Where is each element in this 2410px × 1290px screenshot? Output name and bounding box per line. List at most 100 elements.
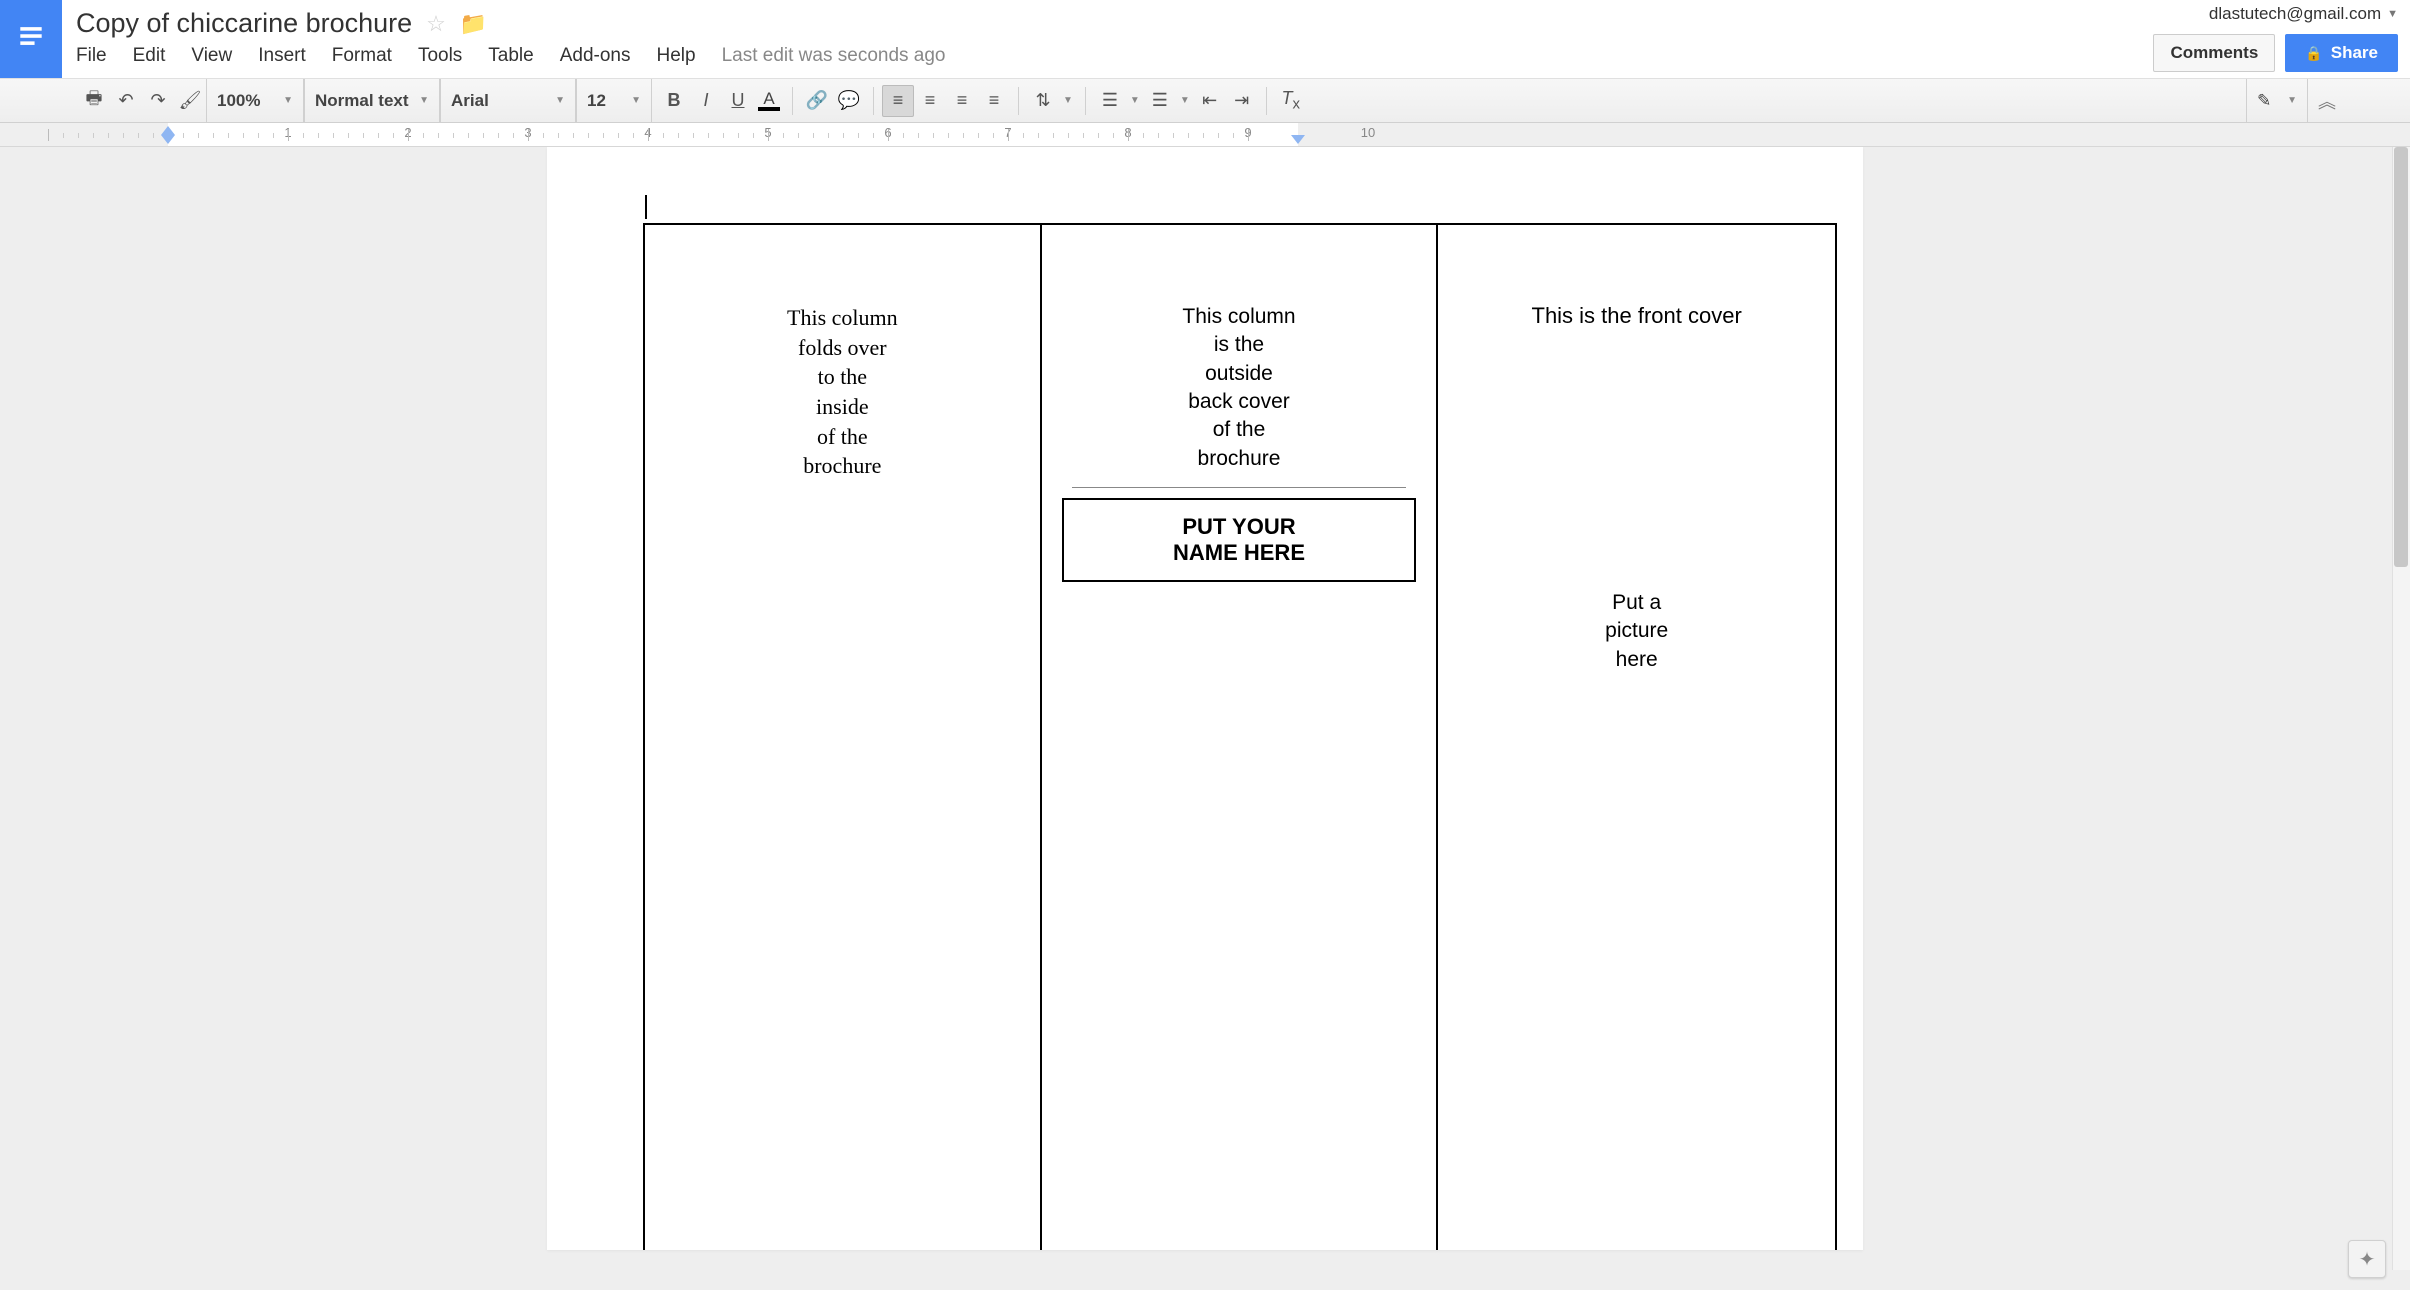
align-right-icon: ≡ bbox=[957, 90, 968, 111]
print-icon: 🖶 bbox=[86, 86, 103, 116]
col3-title[interactable]: This is the front cover bbox=[1468, 303, 1805, 329]
bold-button[interactable]: B bbox=[658, 85, 690, 117]
account-switcher[interactable]: dlastutech@gmail.com ▼ bbox=[2209, 4, 2398, 24]
numbered-list-menu[interactable]: ▼ bbox=[1126, 95, 1144, 106]
brochure-table: This columnfolds overto theinsideof theb… bbox=[643, 223, 1837, 1250]
clear-formatting-button[interactable]: Tx bbox=[1275, 85, 1307, 117]
separator bbox=[873, 87, 874, 115]
paint-format-button[interactable]: 🖌 bbox=[174, 85, 206, 117]
collapse-toolbar-button[interactable]: ︽ bbox=[2318, 88, 2336, 114]
caret-down-icon: ▼ bbox=[419, 95, 429, 106]
document-area[interactable]: This columnfolds overto theinsideof theb… bbox=[0, 147, 2410, 1290]
caret-down-icon: ▼ bbox=[283, 95, 293, 106]
align-left-button[interactable]: ≡ bbox=[882, 85, 914, 117]
document-title[interactable]: Copy of chiccarine brochure bbox=[76, 8, 412, 39]
col3-picture-placeholder[interactable]: Put apicturehere bbox=[1468, 589, 1805, 674]
last-edit-status[interactable]: Last edit was seconds ago bbox=[722, 45, 946, 67]
menu-tools[interactable]: Tools bbox=[418, 45, 462, 67]
zoom-combo[interactable]: 100% ▼ bbox=[206, 79, 304, 123]
brochure-col-1[interactable]: This columnfolds overto theinsideof theb… bbox=[645, 225, 1042, 1250]
align-right-button[interactable]: ≡ bbox=[946, 85, 978, 117]
decrease-indent-button[interactable]: ⇤ bbox=[1194, 85, 1226, 117]
separator bbox=[792, 87, 793, 115]
text-color-icon: A bbox=[763, 90, 774, 107]
comment-icon: 💬 bbox=[838, 90, 860, 111]
bulleted-list-icon: ☰ bbox=[1152, 90, 1168, 111]
first-line-indent-marker[interactable] bbox=[161, 126, 175, 135]
vertical-scrollbar[interactable] bbox=[2392, 147, 2410, 1270]
menu-file[interactable]: File bbox=[76, 45, 107, 67]
bulleted-list-button[interactable]: ☰ bbox=[1144, 85, 1176, 117]
align-center-button[interactable]: ≡ bbox=[914, 85, 946, 117]
header-bar: Copy of chiccarine brochure ☆ 📁 File Edi… bbox=[0, 0, 2410, 79]
font-family-combo[interactable]: Arial ▼ bbox=[440, 79, 576, 123]
docs-icon bbox=[16, 20, 46, 58]
text-color-button[interactable]: A bbox=[754, 87, 784, 115]
bulleted-list-menu[interactable]: ▼ bbox=[1176, 95, 1194, 106]
align-left-icon: ≡ bbox=[893, 90, 904, 111]
undo-icon: ↶ bbox=[118, 90, 133, 111]
name-placeholder-box[interactable]: PUT YOURNAME HERE bbox=[1062, 498, 1417, 582]
ruler-ticks: 12345678910 bbox=[0, 123, 2410, 146]
menu-format[interactable]: Format bbox=[332, 45, 392, 67]
insert-link-button[interactable]: 🔗 bbox=[801, 85, 833, 117]
ruler-number: 10 bbox=[1361, 125, 1375, 140]
print-button[interactable]: 🖶 bbox=[78, 85, 110, 117]
line-spacing-menu[interactable]: ▼ bbox=[1059, 95, 1077, 106]
right-indent-marker[interactable] bbox=[1291, 135, 1305, 144]
line-spacing-button[interactable]: ⇅ bbox=[1027, 85, 1059, 117]
underline-button[interactable]: U bbox=[722, 85, 754, 117]
paragraph-style-combo[interactable]: Normal text ▼ bbox=[304, 79, 440, 123]
zoom-value: 100% bbox=[217, 91, 260, 111]
font-size-combo[interactable]: 12 ▼ bbox=[576, 79, 652, 123]
menu-table[interactable]: Table bbox=[488, 45, 533, 67]
text-color-swatch bbox=[758, 107, 780, 111]
increase-indent-button[interactable]: ⇥ bbox=[1226, 85, 1258, 117]
page[interactable]: This columnfolds overto theinsideof theb… bbox=[547, 147, 1863, 1250]
bold-icon: B bbox=[668, 90, 681, 111]
align-justify-button[interactable]: ≡ bbox=[978, 85, 1010, 117]
share-button[interactable]: 🔒 Share bbox=[2285, 34, 2398, 72]
explore-button[interactable]: ✦ bbox=[2348, 1240, 2386, 1278]
menu-edit[interactable]: Edit bbox=[133, 45, 166, 67]
comments-button[interactable]: Comments bbox=[2153, 34, 2275, 72]
divider bbox=[1072, 487, 1407, 488]
menu-addons[interactable]: Add-ons bbox=[560, 45, 631, 67]
numbered-list-icon: ☰ bbox=[1102, 90, 1118, 111]
docs-logo[interactable] bbox=[0, 0, 62, 78]
editing-mode-combo[interactable]: ✎ ▼ bbox=[2246, 79, 2308, 123]
menu-bar: File Edit View Insert Format Tools Table… bbox=[76, 45, 2153, 67]
caret-down-icon: ▼ bbox=[2387, 8, 2398, 20]
redo-button[interactable]: ↷ bbox=[142, 85, 174, 117]
redo-icon: ↷ bbox=[150, 90, 165, 111]
text-cursor bbox=[645, 195, 647, 219]
left-indent-marker[interactable] bbox=[161, 135, 175, 144]
align-center-icon: ≡ bbox=[925, 90, 936, 111]
lock-icon: 🔒 bbox=[2305, 45, 2322, 62]
col2-text[interactable]: This columnis theoutsideback coverof the… bbox=[1072, 303, 1407, 473]
brochure-col-2[interactable]: This columnis theoutsideback coverof the… bbox=[1042, 225, 1439, 1250]
star-icon[interactable]: ☆ bbox=[426, 11, 446, 37]
share-button-label: Share bbox=[2331, 43, 2378, 63]
scrollbar-thumb[interactable] bbox=[2394, 147, 2408, 567]
toolbar: 🖶 ↶ ↷ 🖌 100% ▼ Normal text ▼ Arial ▼ 12 … bbox=[0, 79, 2410, 123]
insert-comment-button[interactable]: 💬 bbox=[833, 85, 865, 117]
indent-icon: ⇥ bbox=[1234, 90, 1249, 111]
link-icon: 🔗 bbox=[806, 90, 828, 111]
col1-text[interactable]: This columnfolds overto theinsideof theb… bbox=[675, 303, 1010, 481]
title-area: Copy of chiccarine brochure ☆ 📁 File Edi… bbox=[76, 0, 2153, 67]
italic-button[interactable]: I bbox=[690, 85, 722, 117]
brochure-col-3[interactable]: This is the front cover Put apicturehere bbox=[1438, 225, 1835, 1250]
numbered-list-button[interactable]: ☰ bbox=[1094, 85, 1126, 117]
outdent-icon: ⇤ bbox=[1202, 90, 1217, 111]
horizontal-ruler[interactable]: 12345678910 bbox=[0, 123, 2410, 147]
separator bbox=[1266, 87, 1267, 115]
menu-insert[interactable]: Insert bbox=[258, 45, 306, 67]
font-size-value: 12 bbox=[587, 91, 606, 111]
menu-view[interactable]: View bbox=[191, 45, 232, 67]
move-to-folder-icon[interactable]: 📁 bbox=[460, 11, 487, 37]
clear-format-icon: Tx bbox=[1281, 88, 1300, 113]
menu-help[interactable]: Help bbox=[657, 45, 696, 67]
account-email: dlastutech@gmail.com bbox=[2209, 4, 2381, 24]
undo-button[interactable]: ↶ bbox=[110, 85, 142, 117]
